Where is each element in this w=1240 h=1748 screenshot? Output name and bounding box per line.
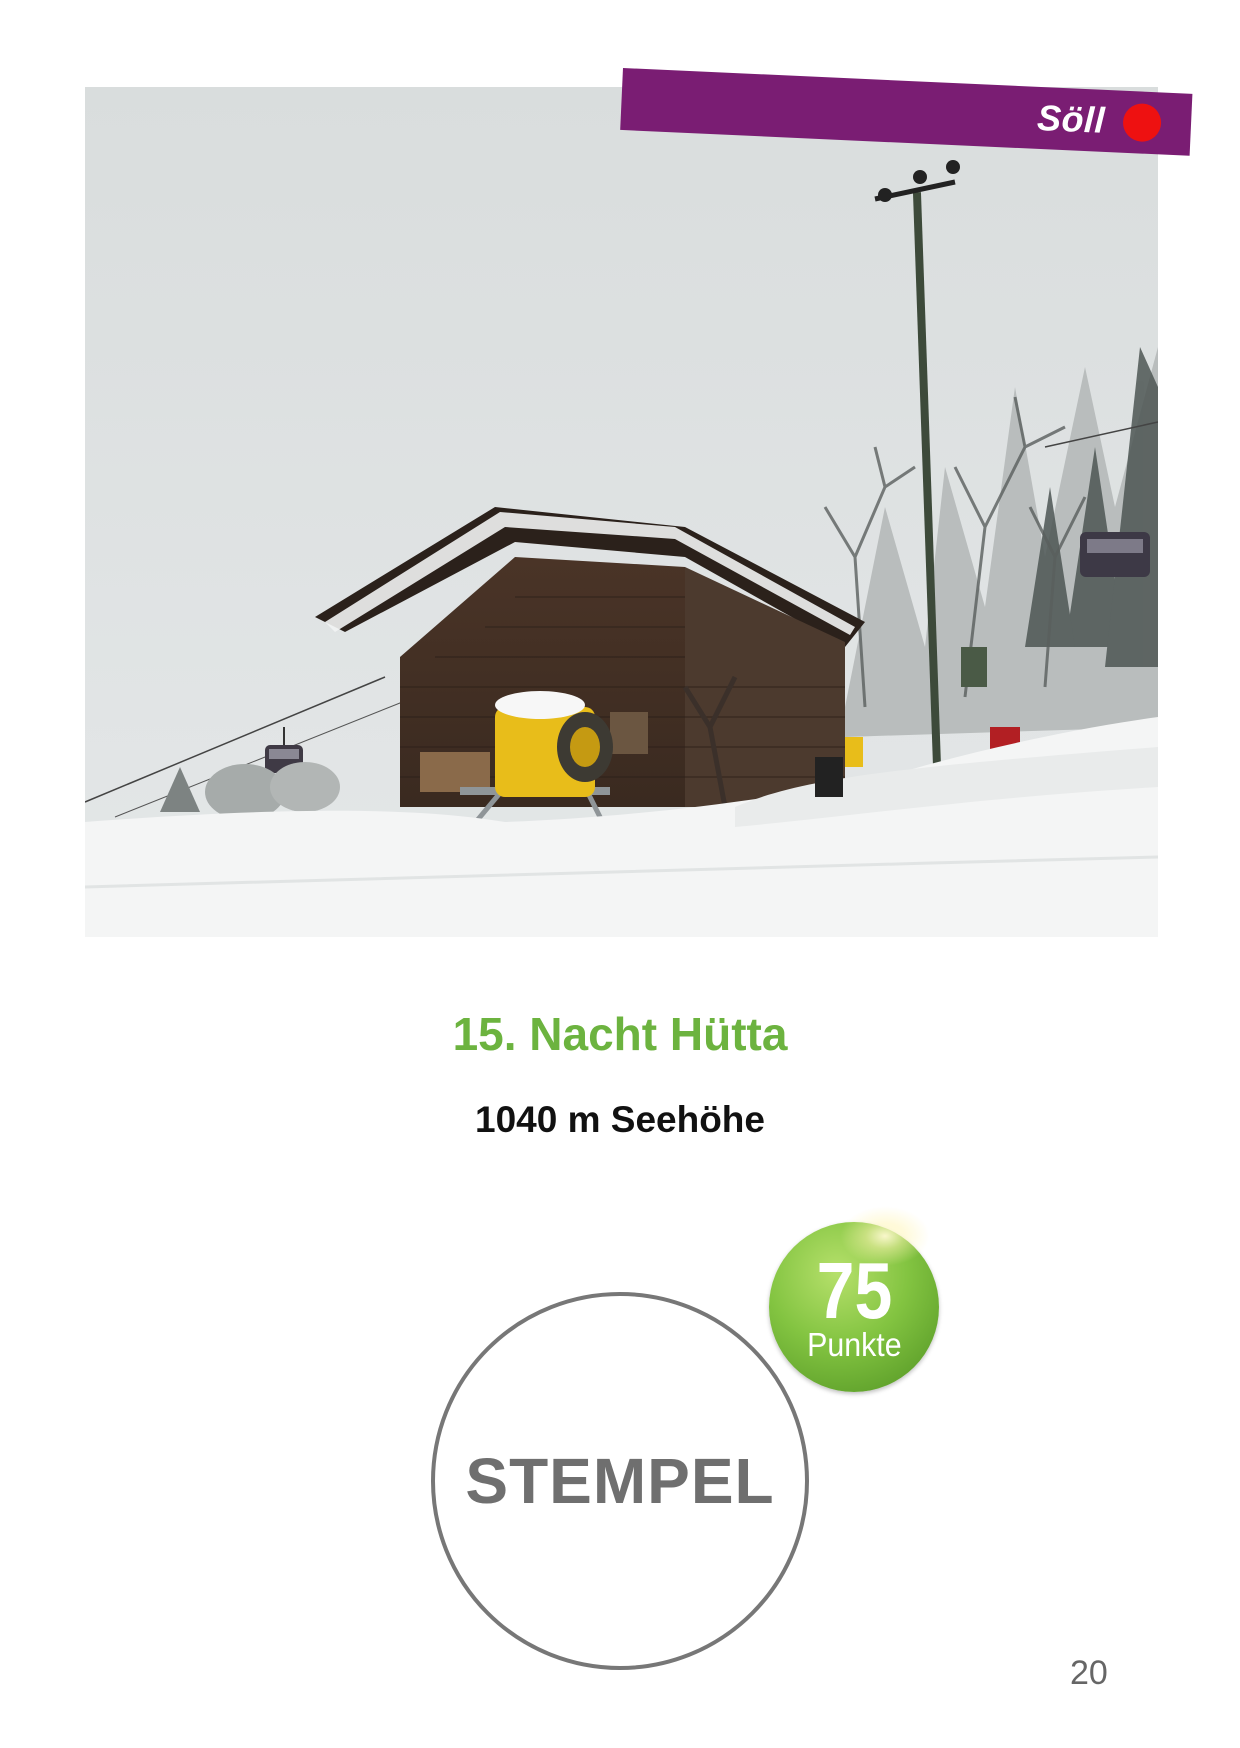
points-unit: Punkte [806,1326,902,1363]
sparkle-icon [840,1206,930,1266]
gondola-icon-right [1080,532,1150,577]
hut-title: 15. Nacht Hütta [452,1008,788,1060]
snowy-hut-scene [85,87,1158,937]
region-marker-dot-icon [1122,102,1162,143]
stamp-label: STEMPEL [465,1445,775,1517]
region-name: Söll [1036,96,1107,141]
stamp-circle: STEMPEL [431,1292,809,1670]
hut-photo [85,87,1158,937]
hut-elevation: 1040 m Seehöhe [475,1099,765,1140]
page-number: 20 [1070,1654,1108,1692]
